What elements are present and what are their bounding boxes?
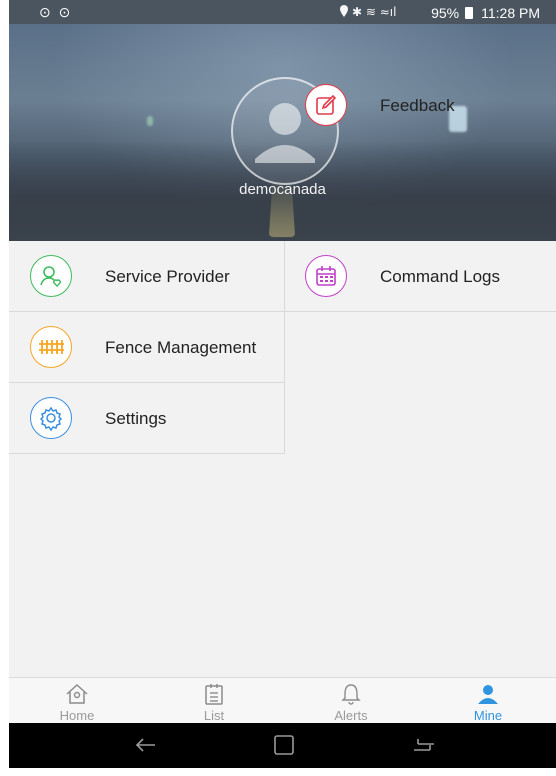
username: democanada xyxy=(239,181,326,198)
fence-icon xyxy=(30,326,72,368)
tab-mine[interactable]: Mine xyxy=(420,678,556,724)
menu-item-feedback[interactable]: Feedback xyxy=(285,70,556,140)
status-left-icons: ⊙ ⊙ xyxy=(39,4,73,20)
tab-label: Home xyxy=(59,708,95,723)
status-connectivity-icon: ✱ ≋ ≈ıl xyxy=(340,5,397,19)
menu-label: Service Provider xyxy=(105,266,230,286)
menu-item-settings[interactable]: Settings xyxy=(9,383,284,453)
status-bar: ⊙ ⊙ ✱ ≋ ≈ıl 95% 11:28 PM xyxy=(9,0,556,24)
background-light xyxy=(147,116,153,126)
menu-item-command-logs[interactable]: Command Logs xyxy=(285,241,556,311)
system-nav-bar xyxy=(9,723,556,767)
clock: 11:28 PM xyxy=(481,4,540,21)
nav-home-button[interactable] xyxy=(254,731,314,759)
divider xyxy=(285,311,556,312)
tab-home[interactable]: Home xyxy=(9,678,145,724)
menu-label: Command Logs xyxy=(380,266,501,286)
menu-label: Feedback xyxy=(380,95,455,115)
battery-icon xyxy=(465,6,474,19)
menu-left-column: Service Provider Fence Management Settin… xyxy=(9,241,285,454)
menu-item-fence-management[interactable]: Fence Management xyxy=(9,312,284,383)
tab-list[interactable]: List xyxy=(146,678,282,724)
recents-icon xyxy=(414,739,434,751)
user-heart-icon xyxy=(30,255,72,297)
tab-alerts[interactable]: Alerts xyxy=(283,678,419,724)
battery-percent: 95% xyxy=(431,4,460,21)
menu-grid: Service Provider Fence Management Settin… xyxy=(9,241,556,454)
edit-icon xyxy=(305,84,347,126)
tab-label: List xyxy=(203,708,225,723)
list-icon xyxy=(203,682,225,711)
menu-label: Settings xyxy=(105,408,167,428)
svg-text:✱ ≋ ≈ıl: ✱ ≋ ≈ıl xyxy=(352,5,396,18)
gear-icon xyxy=(30,397,72,439)
home-icon xyxy=(64,682,90,711)
menu-item-feedback-row: Feedback xyxy=(285,70,556,140)
nav-back-button[interactable] xyxy=(117,731,177,759)
person-icon xyxy=(476,682,500,711)
status-right: ✱ ≋ ≈ıl 95% 11:28 PM xyxy=(339,4,540,21)
tab-label: Alerts xyxy=(334,708,368,723)
back-arrow-icon xyxy=(135,738,155,752)
calendar-icon xyxy=(305,255,347,297)
menu-label: Fence Management xyxy=(105,337,257,357)
menu-right-column: Command Logs xyxy=(285,241,556,311)
bell-icon xyxy=(340,682,362,711)
home-square-icon xyxy=(274,735,294,755)
tab-label: Mine xyxy=(473,708,503,723)
app-screen: ⊙ ⊙ ✱ ≋ ≈ıl 95% 11:28 PM democanada Serv… xyxy=(9,0,556,775)
menu-item-service-provider[interactable]: Service Provider xyxy=(9,241,284,312)
nav-recents-button[interactable] xyxy=(394,731,454,759)
status-icons: ✱ ≋ ≈ıl xyxy=(339,4,425,21)
bottom-tab-bar: Home List Alerts Mine xyxy=(9,677,556,724)
